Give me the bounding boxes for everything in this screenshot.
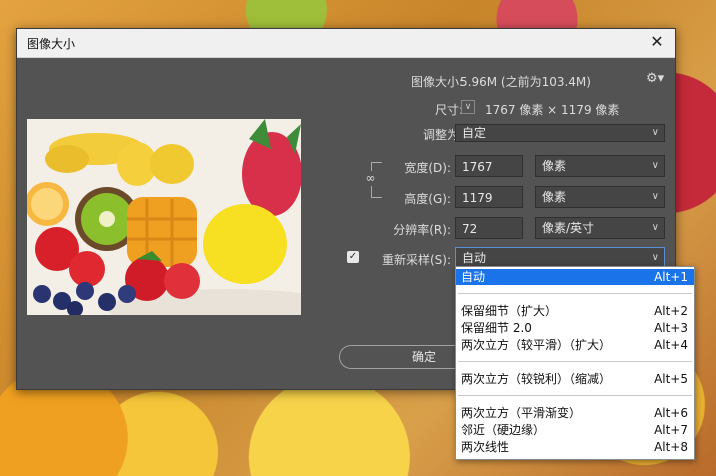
resolution-input[interactable]: 72 [455, 217, 523, 239]
image-size-value: 5.96M (之前为103.4M) [460, 75, 591, 89]
image-preview[interactable] [27, 119, 301, 315]
resample-option-nearest-neighbor[interactable]: 邻近（硬边缘） Alt+7 [456, 422, 694, 438]
height-label: 高度(G): [404, 192, 451, 206]
resample-option-bicubic-sharper[interactable]: 两次立方（较锐利）（缩减） Alt+5 [456, 371, 694, 387]
resample-option-preserve-details[interactable]: 保留细节（扩大） Alt+2 [456, 303, 694, 319]
dialog-title: 图像大小 [27, 37, 76, 51]
fit-to-label: 调整为: [422, 128, 463, 142]
resample-option-bicubic-smoother[interactable]: 两次立方（较平滑）（扩大） Alt+4 [456, 337, 694, 353]
height-input[interactable]: 1179 [455, 186, 523, 208]
dimensions-label: 尺寸: [434, 103, 463, 117]
chevron-down-icon: ∨ [651, 252, 659, 263]
resample-option-bicubic-smooth-gradients[interactable]: 两次立方（平滑渐变） Alt+6 [456, 405, 694, 421]
resolution-unit-select[interactable]: 像素/英寸 ∨ [535, 217, 665, 239]
gear-icon[interactable]: ⚙▾ [646, 71, 664, 86]
resolution-unit-value: 像素/英寸 [542, 221, 595, 235]
chevron-down-icon: ∨ [651, 127, 659, 138]
menu-divider [458, 293, 692, 294]
fit-to-value: 自定 [462, 126, 487, 140]
chevron-down-icon: ∨ [651, 191, 659, 202]
resample-dropdown-menu: 自动 Alt+1 保留细节（扩大） Alt+2 保留细节 2.0 Alt+3 两… [455, 266, 695, 460]
fit-to-select[interactable]: 自定 ∨ [455, 124, 665, 142]
width-unit-value: 像素 [542, 159, 567, 173]
chevron-down-icon[interactable]: ∨ [461, 100, 475, 114]
height-unit-select[interactable]: 像素 ∨ [535, 186, 665, 208]
menu-divider [458, 361, 692, 362]
width-unit-select[interactable]: 像素 ∨ [535, 155, 665, 177]
height-unit-value: 像素 [542, 190, 567, 204]
width-input[interactable]: 1767 [455, 155, 523, 177]
resample-value: 自动 [462, 251, 487, 265]
resample-label: 重新采样(S): [381, 253, 451, 267]
resample-option-bilinear[interactable]: 两次线性 Alt+8 [456, 439, 694, 455]
chevron-down-icon: ∨ [651, 160, 659, 171]
fruit-preview-image [27, 119, 301, 315]
resample-checkbox[interactable]: ✓ [347, 251, 359, 263]
title-bar: 图像大小 ✕ [17, 29, 675, 58]
resolution-label: 分辨率(R): [393, 223, 451, 237]
close-icon[interactable]: ✕ [647, 31, 667, 53]
chevron-down-icon: ∨ [651, 222, 659, 233]
resample-option-auto[interactable]: 自动 Alt+1 [456, 269, 694, 285]
width-label: 宽度(D): [404, 161, 451, 175]
image-size-label: 图像大小: [410, 75, 463, 89]
menu-divider [458, 395, 692, 396]
dimensions-value: 1767 像素 × 1179 像素 [485, 103, 620, 117]
resample-option-preserve-details-2[interactable]: 保留细节 2.0 Alt+3 [456, 320, 694, 336]
